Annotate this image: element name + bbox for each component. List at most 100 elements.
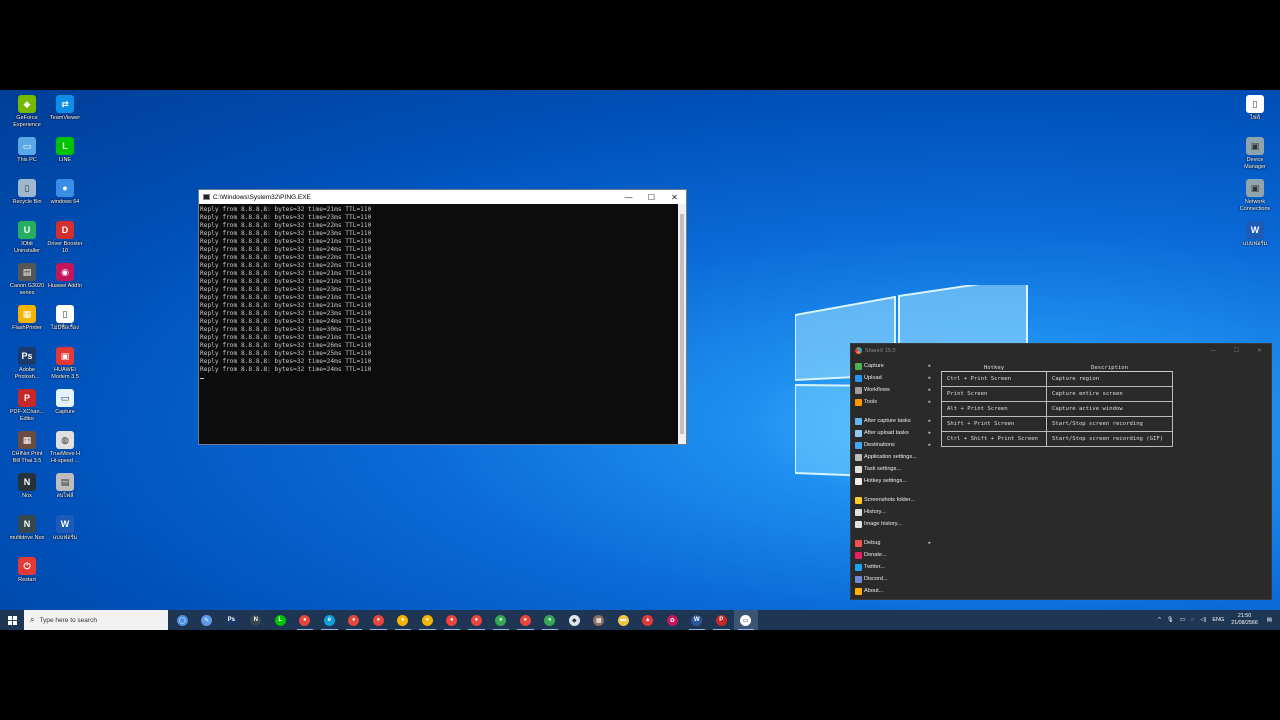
- taskbar-app[interactable]: L: [268, 610, 293, 630]
- taskbar-app[interactable]: e: [317, 610, 342, 630]
- desktop-icon[interactable]: Ps Adobe Photosh...: [8, 347, 46, 380]
- taskbar-app[interactable]: ◯: [170, 610, 195, 630]
- hotkey-row[interactable]: Ctrl + Print Screen Capture region: [941, 371, 1173, 387]
- sharex-menu-item[interactable]: Destinations ▸: [855, 439, 935, 451]
- sharex-menu-item[interactable]: Hotkey settings...: [855, 475, 935, 487]
- desktop-icon[interactable]: ▯ ไม่มีชื่อเรื่อง: [46, 305, 84, 332]
- taskbar-app[interactable]: ✎: [195, 610, 220, 630]
- desktop-icon[interactable]: ⇄ TeamViewer: [46, 95, 84, 122]
- ping-console-window[interactable]: C:\Windows\System32\PING.EXE — ☐ ✕ Reply…: [198, 189, 687, 445]
- taskbar-app[interactable]: ●: [415, 610, 440, 630]
- taskbar-search-box[interactable]: ⌕ Type here to search: [24, 610, 168, 630]
- sharex-menu-item[interactable]: Image history...: [855, 518, 935, 530]
- taskbar-app[interactable]: ●: [464, 610, 489, 630]
- taskbar-app[interactable]: ▲: [636, 610, 661, 630]
- taskbar-app[interactable]: ●: [513, 610, 538, 630]
- desktop-icon[interactable]: ▦ FlashPrinter: [8, 305, 46, 332]
- desktop-icon[interactable]: ▭ This PC: [8, 137, 46, 164]
- taskbar-app[interactable]: ●: [440, 610, 465, 630]
- desktop-icon[interactable]: D Driver Booster 10: [46, 221, 84, 254]
- sharex-close-button[interactable]: ✕: [1248, 347, 1271, 354]
- hotkey-row[interactable]: Ctrl + Shift + Print Screen Start/Stop sc…: [941, 431, 1173, 447]
- sharex-title-bar[interactable]: ShareX 15.0 — ☐ ✕: [851, 344, 1271, 357]
- desktop-icon[interactable]: N Nox: [8, 473, 46, 500]
- sharex-menu-item[interactable]: About...: [855, 585, 935, 597]
- desktop-icon[interactable]: ▤ ลบไฟล์: [46, 473, 84, 500]
- sharex-menu-item[interactable]: Application settings...: [855, 451, 935, 463]
- hotkey-row[interactable]: Shift + Print Screen Start/Stop screen re…: [941, 416, 1173, 432]
- desktop-icon[interactable]: ▯ ไฟล์: [1236, 95, 1274, 122]
- taskbar-app[interactable]: ◆: [562, 610, 587, 630]
- desktop-icon[interactable]: ▣ HUAWEI Modem 3.5: [46, 347, 84, 380]
- desktop-icon[interactable]: ▯ Recycle Bin: [8, 179, 46, 206]
- sharex-menu-item[interactable]: Task settings...: [855, 463, 935, 475]
- sharex-menu-item[interactable]: After capture tasks ▸: [855, 415, 935, 427]
- microphone-icon[interactable]: 🎙: [1167, 617, 1174, 623]
- desktop-icon[interactable]: ● windows 64: [46, 179, 84, 206]
- close-button[interactable]: ✕: [663, 193, 686, 202]
- taskbar-app[interactable]: Ps: [219, 610, 244, 630]
- sharex-menu-item[interactable]: Debug ▸: [855, 537, 935, 549]
- sharex-menu-item[interactable]: History...: [855, 506, 935, 518]
- sharex-minimize-button[interactable]: —: [1202, 348, 1225, 354]
- desktop-icon[interactable]: ◍ TrueMove H Hi-speed ...: [46, 431, 84, 464]
- sharex-menu-item[interactable]: Screenshots folder...: [855, 494, 935, 506]
- app-icon-3: ▲: [642, 614, 654, 626]
- console-line: Reply from 8.8.8.8: bytes=32 time=23ms T…: [200, 230, 372, 237]
- desktop-icon[interactable]: W แบบฟอร์ม: [46, 515, 84, 542]
- console-scrollbar[interactable]: [678, 204, 686, 444]
- desktop-icon[interactable]: ▦ CHINet Print Bill Thai 3.5: [8, 431, 46, 464]
- desktop-icon[interactable]: Nmultidrive Nox: [8, 515, 46, 542]
- taskbar-app[interactable]: W: [685, 610, 710, 630]
- sharex-menu-item[interactable]: Donate...: [855, 549, 935, 561]
- taskbar-app[interactable]: ●: [366, 610, 391, 630]
- volume-icon[interactable]: ◁): [1200, 617, 1206, 623]
- sharex-menu-item[interactable]: After upload tasks ▸: [855, 427, 935, 439]
- scrollbar-thumb[interactable]: [680, 214, 684, 434]
- sharex-window[interactable]: ShareX 15.0 — ☐ ✕ Capture ▸ Upload ▸ Workflo…: [850, 343, 1272, 600]
- console-title-bar[interactable]: C:\Windows\System32\PING.EXE — ☐ ✕: [199, 190, 686, 204]
- taskbar-app[interactable]: ▬: [611, 610, 636, 630]
- sharex-menu-item[interactable]: Capture ▸: [855, 360, 935, 372]
- sharex-menu-item[interactable]: Workflows ▸: [855, 384, 935, 396]
- taskbar-app[interactable]: ▦: [587, 610, 612, 630]
- app-icon: ▣: [1246, 179, 1264, 197]
- display-icon[interactable]: ▭: [1180, 617, 1185, 623]
- desktop-icon[interactable]: ▣ Network Connections: [1236, 179, 1274, 212]
- network-icon[interactable]: ◌: [1191, 617, 1194, 623]
- desktop-icon[interactable]: ⏻ Restart: [8, 557, 46, 584]
- desktop-icon[interactable]: P PDF-XChan... Editor: [8, 389, 46, 422]
- taskbar-app[interactable]: ●: [293, 610, 318, 630]
- hotkey-row[interactable]: Alt + Print Screen Capture active window: [941, 401, 1173, 417]
- start-button[interactable]: [0, 610, 24, 630]
- taskbar-app[interactable]: ●: [489, 610, 514, 630]
- desktop-icon[interactable]: ▤ Canon G3020 series: [8, 263, 46, 296]
- minimize-button[interactable]: —: [617, 193, 640, 202]
- sharex-menu-item[interactable]: Tools ▸: [855, 396, 935, 408]
- desktop-icon[interactable]: ◆ GeForce Experience: [8, 95, 46, 128]
- taskbar-app[interactable]: ●: [342, 610, 367, 630]
- taskbar-app[interactable]: ●: [391, 610, 416, 630]
- sharex-menu-item[interactable]: Twitter...: [855, 561, 935, 573]
- taskbar-app[interactable]: ✿: [660, 610, 685, 630]
- taskbar-app[interactable]: ▭: [733, 610, 758, 630]
- hotkey-row[interactable]: Print Screen Capture entire screen: [941, 386, 1173, 402]
- desktop-icon[interactable]: W แบบฟอร์ม: [1236, 221, 1274, 248]
- sharex-maximize-button[interactable]: ☐: [1225, 347, 1248, 354]
- sharex-menu-item[interactable]: Discord...: [855, 573, 935, 585]
- desktop-icon[interactable]: L LINE: [46, 137, 84, 164]
- taskbar-app[interactable]: ●: [538, 610, 563, 630]
- desktop-icon[interactable]: ◉ Huawei AddIn: [46, 263, 84, 290]
- chevron-up-icon[interactable]: ^: [1158, 617, 1161, 623]
- desktop-icon[interactable]: U IObit Uninstaller: [8, 221, 46, 254]
- taskbar-app[interactable]: P: [709, 610, 734, 630]
- maximize-button[interactable]: ☐: [640, 193, 663, 202]
- taskbar-app[interactable]: N: [244, 610, 269, 630]
- console-output[interactable]: Reply from 8.8.8.8: bytes=32 time=21ms T…: [199, 204, 678, 444]
- clock[interactable]: 21:50 21/08/2566: [1231, 613, 1258, 627]
- desktop-icon[interactable]: ▣ Device Manager: [1236, 137, 1274, 170]
- sharex-menu-item[interactable]: Upload ▸: [855, 372, 935, 384]
- notification-icon[interactable]: ▤: [1267, 617, 1272, 623]
- desktop-icon[interactable]: ▭ Capture: [46, 389, 84, 416]
- language-indicator[interactable]: ENG: [1212, 617, 1224, 623]
